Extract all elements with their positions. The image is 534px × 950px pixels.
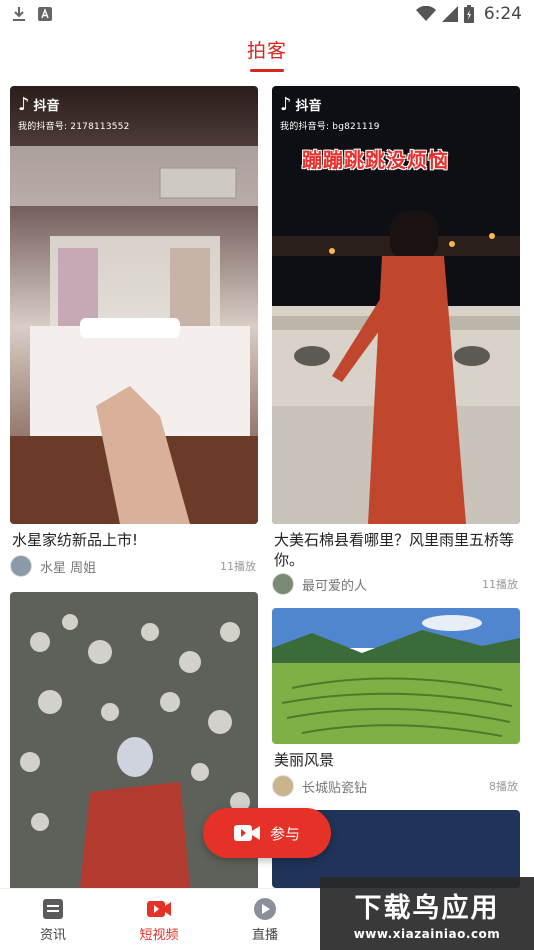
video-thumbnail[interactable]: ♪ 抖音 我的抖音号: 2178113552 xyxy=(10,86,258,524)
author-name[interactable]: 最可爱的人 xyxy=(302,575,367,594)
video-camera-icon xyxy=(147,900,171,917)
app-notification-icon xyxy=(38,7,52,21)
video-camera-icon xyxy=(233,825,260,841)
tiktok-label: 抖音 xyxy=(33,99,60,114)
card-title[interactable]: 美丽风景 xyxy=(274,750,518,770)
play-count: 11播放 xyxy=(220,560,256,573)
download-icon xyxy=(13,7,25,21)
join-label: 参与 xyxy=(269,824,300,843)
card-meta: 最可爱的人 11播放 xyxy=(272,572,520,596)
header: 拍客 xyxy=(0,28,534,80)
bedroom-showroom-image xyxy=(10,86,258,524)
author-name[interactable]: 长城贴瓷钻 xyxy=(302,777,367,796)
avatar[interactable] xyxy=(10,555,32,577)
tiktok-label: 抖音 xyxy=(295,99,322,114)
nav-label: 资讯 xyxy=(39,927,66,943)
card-meta: 水星 周姐 11播放 xyxy=(10,554,258,578)
status-bar: 6:24 xyxy=(0,0,534,28)
tiktok-badge: ♪ 抖音 我的抖音号: bg821119 xyxy=(280,94,380,132)
wifi-icon xyxy=(415,6,436,21)
avatar[interactable] xyxy=(272,775,294,797)
join-button[interactable]: 参与 xyxy=(203,808,331,858)
nav-item-live[interactable]: 直播 xyxy=(212,889,318,950)
play-count: 11播放 xyxy=(482,578,518,591)
tiktok-id: 我的抖音号: bg821119 xyxy=(280,122,380,132)
tiktok-badge: ♪ 抖音 我的抖音号: 2178113552 xyxy=(18,94,130,132)
news-icon xyxy=(43,898,63,919)
card-meta: 长城贴瓷钻 8播放 xyxy=(272,774,520,798)
video-overlay-caption: 蹦蹦跳跳没烦恼 xyxy=(302,148,449,172)
video-thumbnail[interactable]: ♪ 抖音 我的抖音号: bg821119 蹦蹦跳跳没烦恼 xyxy=(272,86,520,524)
battery-icon xyxy=(463,5,474,23)
play-circle-icon xyxy=(254,897,276,920)
nav-label: 短视频 xyxy=(139,927,179,943)
title-underline xyxy=(250,69,284,72)
clock: 6:24 xyxy=(483,4,522,24)
play-count: 8播放 xyxy=(489,780,518,793)
terraced-fields-image xyxy=(272,608,520,744)
signal-icon xyxy=(441,6,458,22)
video-card[interactable]: 美丽风景 长城贴瓷钻 8播放 xyxy=(272,608,520,800)
tiktok-id: 我的抖音号: 2178113552 xyxy=(18,122,130,132)
video-card[interactable]: ♪ 抖音 我的抖音号: bg821119 蹦蹦跳跳没烦恼 大美石棉县看哪里？风里… xyxy=(272,86,520,598)
site-watermark: 下载鸟应用 www.xiazainiao.com xyxy=(320,877,534,950)
tiktok-logo-icon: ♪ xyxy=(280,94,292,115)
card-title[interactable]: 大美石棉县看哪里？风里雨里五桥等你。 xyxy=(274,530,518,570)
watermark-url: www.xiazainiao.com xyxy=(353,927,501,941)
card-title[interactable]: 水星家纺新品上市! xyxy=(12,530,258,550)
author-name[interactable]: 水星 周姐 xyxy=(40,557,96,576)
page-title[interactable]: 拍客 xyxy=(247,36,287,63)
video-thumbnail[interactable] xyxy=(272,608,520,744)
avatar[interactable] xyxy=(272,573,294,595)
tiktok-logo-icon: ♪ xyxy=(18,94,30,115)
nav-item-short-video[interactable]: 短视频 xyxy=(106,889,212,950)
nav-label: 直播 xyxy=(251,927,278,943)
nav-item-news[interactable]: 资讯 xyxy=(0,889,106,950)
video-card[interactable]: ♪ 抖音 我的抖音号: 2178113552 水星家纺新品上市! 水星 周姐 1… xyxy=(10,86,258,578)
watermark-main: 下载鸟应用 xyxy=(354,893,500,924)
